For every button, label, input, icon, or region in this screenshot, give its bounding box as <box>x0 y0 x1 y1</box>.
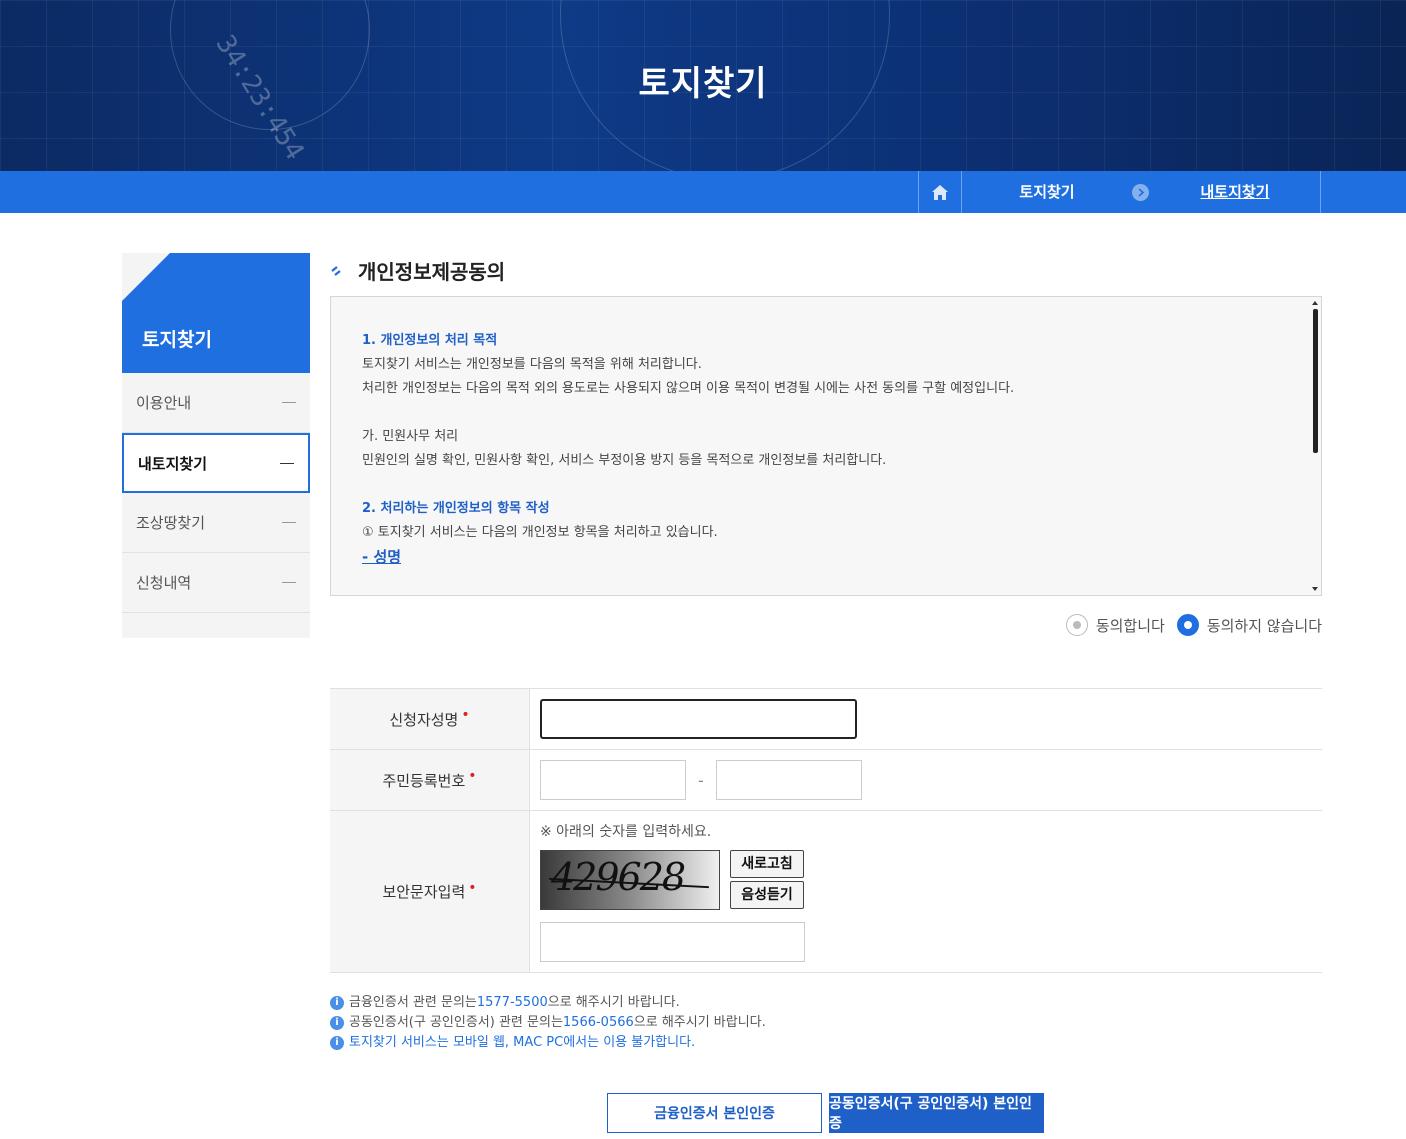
captcha-refresh-button[interactable]: 새로고침 <box>730 850 804 878</box>
required-mark: • <box>468 879 477 896</box>
breadcrumb-level1[interactable]: 토지찾기 <box>962 171 1132 213</box>
rrn-front-input[interactable] <box>540 760 686 800</box>
scrollbar-thumb[interactable] <box>1313 309 1318 453</box>
agree-radio[interactable] <box>1065 614 1088 636</box>
dash-icon <box>282 522 296 523</box>
sidebar-item-my-land[interactable]: 내토지찾기 <box>122 433 310 493</box>
section-title-text: 개인정보제공동의 <box>358 260 506 284</box>
sidebar-title: 토지찾기 <box>142 329 212 351</box>
home-button[interactable] <box>918 171 962 213</box>
breadcrumb-level2[interactable]: 내토지찾기 <box>1150 171 1320 213</box>
financial-cert-button[interactable]: 금융인증서 본인인증 <box>607 1093 822 1133</box>
sidebar-item-guide[interactable]: 이용안내 <box>122 373 310 433</box>
info-icon: i <box>330 1016 344 1030</box>
breadcrumb: 토지찾기 내토지찾기 <box>0 171 1406 213</box>
scroll-up-icon[interactable] <box>1312 301 1318 305</box>
nav-divider <box>1320 171 1321 213</box>
section-title: 개인정보제공동의 <box>330 256 505 285</box>
terms-paragraph: 토지찾기 서비스는 개인정보를 다음의 목적을 위해 처리합니다. <box>362 357 702 372</box>
terms-subheading: 가. 민원사무 처리 <box>362 429 459 444</box>
sidebar-item-label: 내토지찾기 <box>138 454 208 473</box>
applicant-form: 신청자성명 • 주민등록번호 • - 보안문자입력 • ※ 아래의 숫자를 입력하세요… <box>330 688 1322 973</box>
dash-icon <box>282 402 296 403</box>
home-icon <box>932 184 948 200</box>
terms-heading: 1. 개인정보의 처리 목적 <box>362 333 498 348</box>
phone-number: 1566-0566 <box>562 1015 634 1030</box>
sidebar-item-ancestor-land[interactable]: 조상땅찾기 <box>122 493 310 553</box>
sidebar-item-label: 신청내역 <box>136 574 192 592</box>
rrn-separator: - <box>698 770 704 790</box>
terms-paragraph: 민원인의 실명 확인, 민원사항 확인, 서비스 부정이용 방지 등을 목적으로… <box>362 453 887 468</box>
terms-paragraph: 처리한 개인정보는 다음의 목적 외의 용도로는 사용되지 않으며 이용 목적이… <box>362 381 1015 396</box>
captcha-input[interactable] <box>540 922 805 962</box>
terms-paragraph: ① 토지찾기 서비스는 다음의 개인정보 항목을 처리하고 있습니다. <box>362 525 718 540</box>
page-banner: 34:23:454 토지찾기 <box>0 0 1406 171</box>
page-title: 토지찾기 <box>638 64 768 104</box>
sidebar-item-history[interactable]: 신청내역 <box>122 553 310 613</box>
chevron-right-icon <box>1132 184 1149 201</box>
notice-item: i 토지찾기 서비스는 모바일 웹, MAC PC에서는 이용 불가합니다. <box>330 1033 766 1053</box>
scroll-down-icon[interactable] <box>1312 587 1318 591</box>
dash-icon <box>280 462 294 464</box>
info-icon: i <box>330 1036 344 1050</box>
required-mark: • <box>468 768 477 784</box>
terms-heading: 2. 처리하는 개인정보의 항목 작성 <box>362 501 550 516</box>
notice-item: i 공동인증서(구 공인인증서) 관련 문의는 1566-0566 으로 해주시기… <box>330 1013 766 1033</box>
captcha-text: 429628 <box>551 855 686 899</box>
disagree-radio[interactable] <box>1176 614 1199 636</box>
consent-radio-group: 동의합니다 동의하지 않습니다 <box>1065 614 1322 636</box>
notice-item: i 금융인증서 관련 문의는 1577-5500 으로 해주시기 바랍니다. <box>330 993 766 1013</box>
required-mark: • <box>461 707 470 723</box>
privacy-terms-box[interactable]: 1. 개인정보의 처리 목적 토지찾기 서비스는 개인정보를 다음의 목적을 위… <box>330 296 1322 596</box>
name-input[interactable] <box>540 699 857 739</box>
agree-label[interactable]: 동의합니다 <box>1096 615 1165 636</box>
terms-content: 1. 개인정보의 처리 목적 토지찾기 서비스는 개인정보를 다음의 목적을 위… <box>362 329 1302 569</box>
info-icon: i <box>330 996 344 1010</box>
sidebar-item-label: 이용안내 <box>136 394 192 412</box>
name-label: 신청자성명 • <box>330 689 530 749</box>
dash-icon <box>282 582 296 583</box>
notice-list: i 금융인증서 관련 문의는 1577-5500 으로 해주시기 바랍니다. i … <box>330 993 766 1053</box>
terms-link[interactable]: - 성명 <box>362 545 1302 569</box>
sidebar-item-label: 조상땅찾기 <box>136 514 206 532</box>
captcha-hint: ※ 아래의 숫자를 입력하세요. <box>540 824 712 840</box>
joint-cert-button[interactable]: 공동인증서(구 공인인증서) 본인인증 <box>829 1093 1044 1133</box>
phone-number: 1577-5500 <box>476 995 548 1010</box>
disagree-label[interactable]: 동의하지 않습니다 <box>1207 615 1322 636</box>
sidebar-header: 토지찾기 <box>122 253 310 373</box>
check-arrow-icon <box>331 265 341 276</box>
sidebar: 토지찾기 이용안내 내토지찾기 조상땅찾기 신청내역 <box>122 253 310 638</box>
rrn-back-input[interactable] <box>715 760 862 800</box>
captcha-audio-button[interactable]: 음성듣기 <box>730 881 804 909</box>
rrn-label: 주민등록번호 • <box>330 750 530 810</box>
captcha-label: 보안문자입력 • <box>330 811 530 972</box>
captcha-image: 429628 <box>540 850 720 910</box>
